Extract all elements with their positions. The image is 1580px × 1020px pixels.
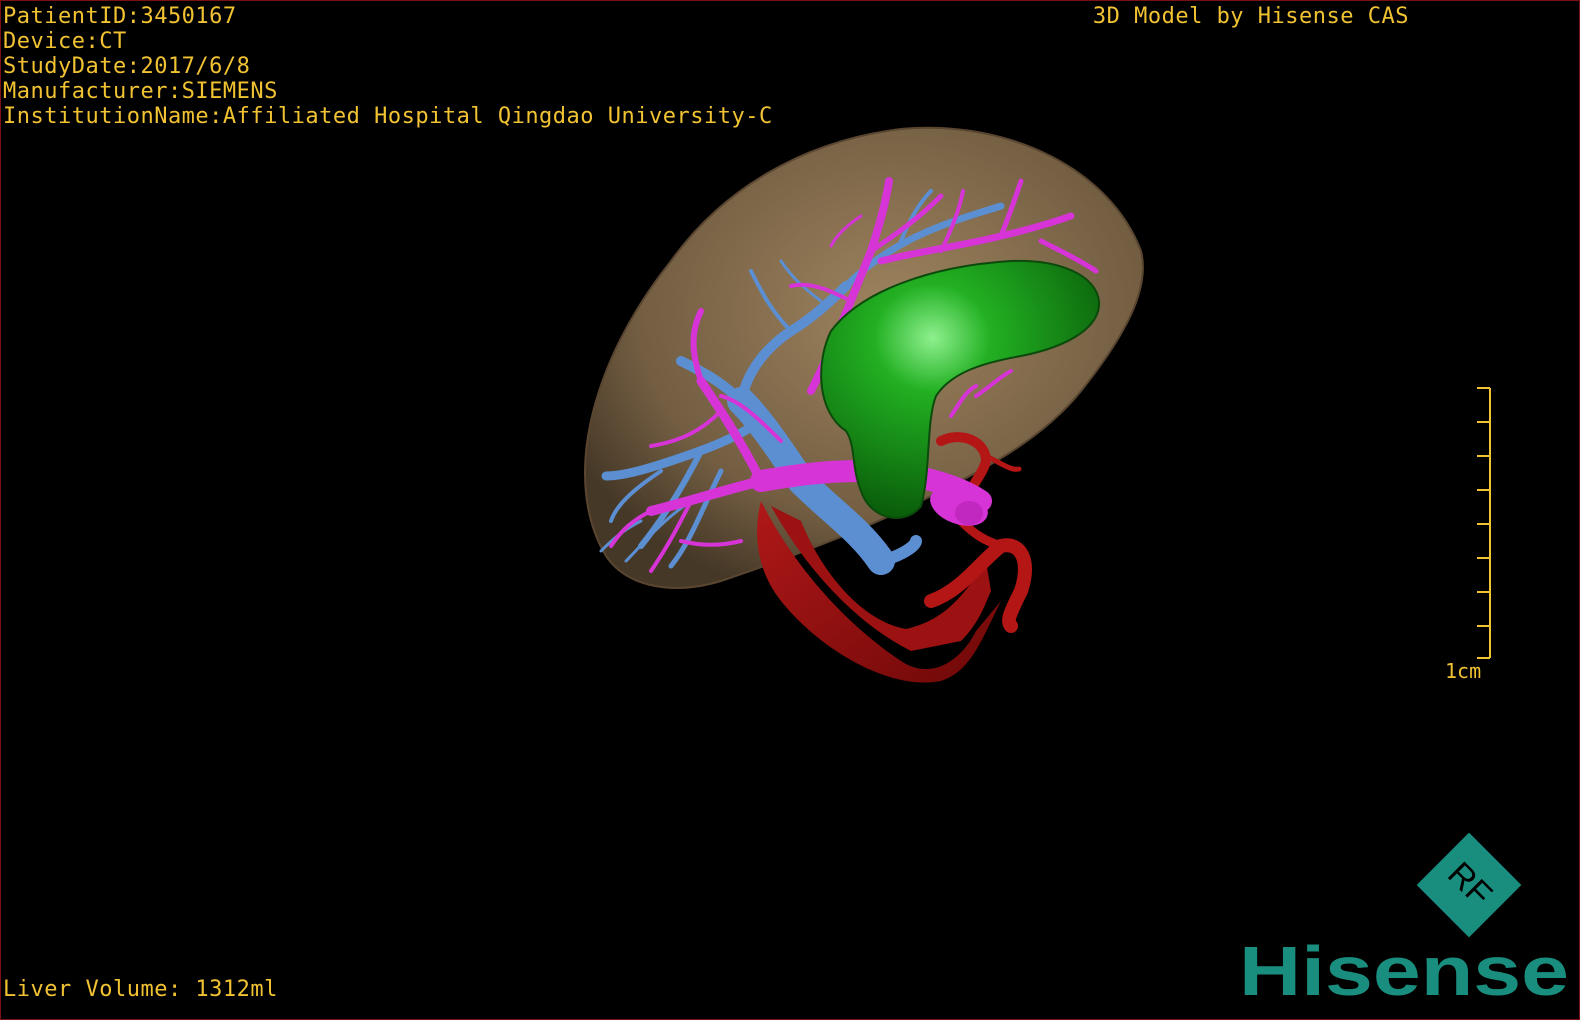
scale-label: 1cm xyxy=(1445,659,1482,683)
model-brand-caption: 3D Model by Hisense CAS xyxy=(1092,4,1409,29)
ruler-icon xyxy=(1477,387,1491,659)
hisense-rf-logo: RF Hisense xyxy=(1239,832,1569,1009)
liver-volume-label: Liver Volume: 1312ml xyxy=(3,977,278,1002)
3d-viewport[interactable]: PatientID:3450167 Device:CT StudyDate:2017… xyxy=(0,0,1580,1020)
manufacturer-label: Manufacturer:SIEMENS xyxy=(3,79,278,104)
patient-id-label: PatientID:3450167 xyxy=(3,4,237,29)
institution-label: InstitutionName:Affiliated Hospital Qing… xyxy=(3,104,773,129)
patient-info-overlay: PatientID:3450167 Device:CT StudyDate:2017… xyxy=(3,4,773,129)
logo-word: Hisense xyxy=(1239,932,1569,1009)
device-label: Device:CT xyxy=(3,29,127,54)
study-date-label: StudyDate:2017/6/8 xyxy=(3,54,251,79)
